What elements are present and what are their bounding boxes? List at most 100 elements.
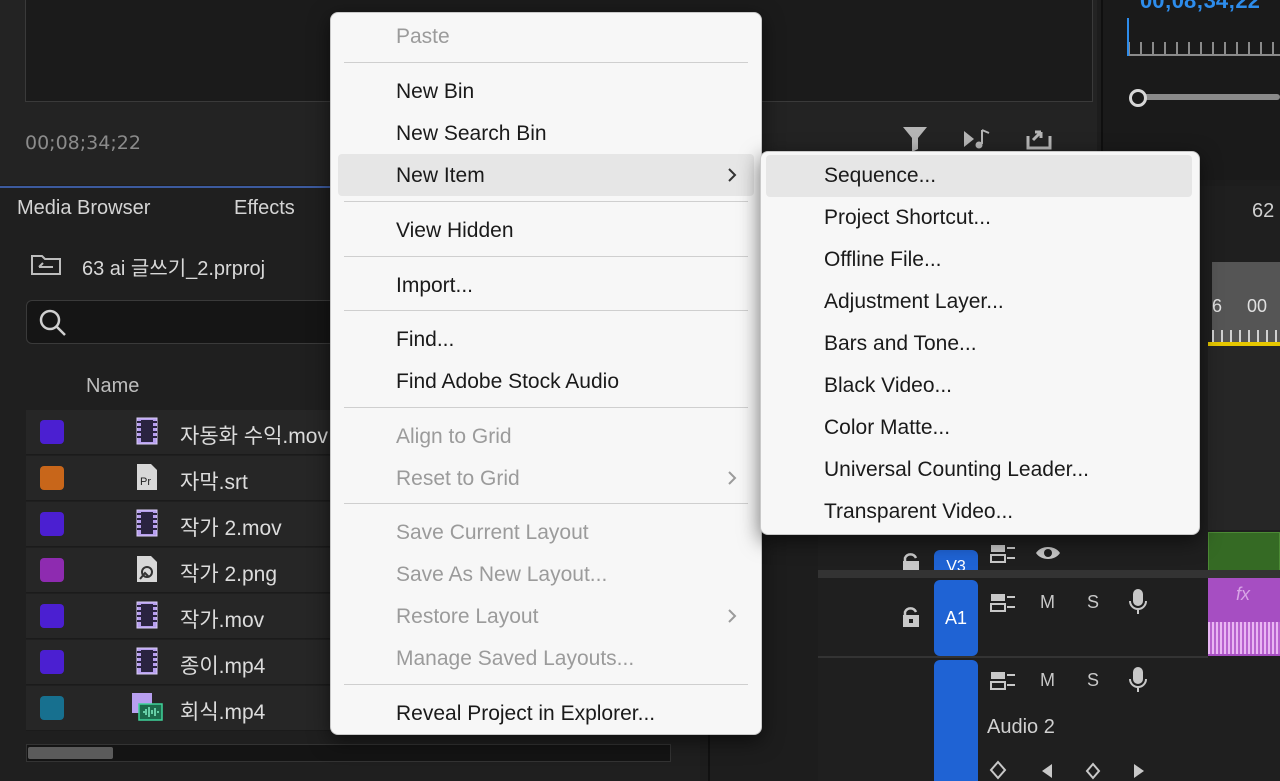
label-color-swatch[interactable] [40, 650, 64, 674]
menu-label-paste: Paste [396, 25, 450, 48]
toggle-track-output-icon[interactable] [1034, 543, 1062, 568]
timeline-tab-number[interactable]: 62 [1252, 200, 1274, 223]
insert-audio-icon[interactable] [962, 124, 992, 154]
chevron-right-icon [722, 165, 742, 185]
audio-waveform [1208, 622, 1280, 654]
tab-media-browser[interactable]: Media Browser [17, 197, 150, 220]
project-name: 63 ai 글쓰기_2.prproj [82, 258, 266, 280]
label-color-swatch[interactable] [40, 604, 64, 628]
keyframe-icon[interactable] [988, 760, 1008, 781]
video-clip-icon [134, 508, 160, 538]
track-name-audio-2: Audio 2 [987, 716, 1055, 738]
program-zoom-scrollbar[interactable] [1138, 94, 1280, 100]
program-timecode[interactable]: 00;08;34;22 [1140, 0, 1260, 14]
track-lock-icon[interactable] [900, 606, 922, 633]
sync-lock-icon[interactable] [990, 543, 1016, 570]
file-name: 종이.mp4 [180, 655, 266, 678]
menu-label-reveal-project-in-explorer: Reveal Project in Explorer... [396, 702, 656, 725]
menu-separator [344, 684, 748, 685]
export-frame-icon[interactable] [1024, 124, 1054, 154]
track-separator [818, 656, 1208, 658]
video-clip-icon [134, 416, 160, 446]
label-color-swatch[interactable] [40, 696, 64, 720]
submenu-label-transparent-video: Transparent Video... [824, 500, 1014, 523]
submenu-label-sequence: Sequence... [824, 164, 937, 187]
voice-over-record-icon[interactable] [1128, 588, 1148, 621]
mute-track-button[interactable]: M [1040, 670, 1055, 691]
mute-track-button[interactable]: M [1040, 592, 1055, 613]
tab-effects[interactable]: Effects [234, 197, 295, 220]
image-file-icon [134, 554, 160, 584]
previous-keyframe-icon[interactable] [1040, 762, 1054, 781]
menu-label-import: Import... [396, 274, 474, 297]
sync-lock-icon[interactable] [990, 670, 1016, 697]
file-name: 작가 2.mov [180, 517, 282, 540]
video-clip-icon [134, 646, 160, 676]
svg-text:Pr: Pr [140, 476, 151, 488]
file-name: 자막.srt [180, 471, 248, 494]
label-color-swatch[interactable] [40, 512, 64, 536]
next-keyframe-icon[interactable] [1132, 762, 1146, 781]
project-folder-icon[interactable] [30, 250, 62, 276]
chevron-right-icon [722, 606, 742, 626]
menu-separator [344, 62, 748, 63]
video-track-area[interactable] [1208, 346, 1280, 530]
menu-separator [344, 503, 748, 504]
submenu-label-black-video: Black Video... [824, 374, 953, 397]
video-clip-icon [134, 600, 160, 630]
solo-track-button[interactable]: S [1087, 592, 1099, 613]
add-keyframe-icon[interactable] [1084, 762, 1102, 781]
file-name: 자동화 수익.mov [180, 425, 328, 448]
file-name: 작가 2.png [180, 563, 278, 586]
track-a2-target[interactable] [934, 660, 978, 781]
sync-lock-icon[interactable] [990, 592, 1016, 619]
submenu-label-universal-counting-leader: Universal Counting Leader... [824, 458, 1089, 481]
project-search-input[interactable] [26, 300, 346, 344]
label-color-swatch[interactable] [40, 466, 64, 490]
label-color-swatch[interactable] [40, 558, 64, 582]
menu-label-view-hidden: View Hidden [396, 219, 514, 242]
timeline-video-clip[interactable] [1208, 532, 1280, 572]
program-time-ruler[interactable] [1128, 42, 1280, 56]
menu-label-new-item: New Item [396, 164, 485, 187]
submenu-label-adjustment-layer: Adjustment Layer... [824, 290, 1004, 313]
caption-file-icon: Pr [134, 462, 160, 492]
submenu-label-bars-and-tone: Bars and Tone... [824, 332, 977, 355]
submenu-label-project-shortcut: Project Shortcut... [824, 206, 991, 229]
submenu-label-offline-file: Offline File... [824, 248, 942, 271]
filter-icon[interactable] [900, 124, 930, 154]
av-clip-icon [131, 692, 163, 722]
menu-label-reset-to-grid: Reset to Grid [396, 467, 520, 490]
menu-label-find-adobe-stock-audio: Find Adobe Stock Audio [396, 370, 619, 393]
menu-label-restore-layout: Restore Layout [396, 605, 539, 628]
track-a1-badge[interactable]: A1 [934, 580, 978, 656]
scrollbar-thumb[interactable] [28, 747, 113, 759]
submenu-label-color-matte: Color Matte... [824, 416, 951, 439]
fx-badge-icon[interactable]: fx [1236, 584, 1250, 605]
file-name: 작가.mov [180, 609, 265, 632]
program-zoom-handle[interactable] [1129, 89, 1147, 107]
project-horizontal-scrollbar[interactable] [26, 744, 671, 762]
timeline-ruler-ticks [1212, 330, 1280, 342]
menu-label-new-bin: New Bin [396, 80, 475, 103]
column-header-name[interactable]: Name [86, 375, 139, 398]
source-timecode[interactable]: 00;08;34;22 [25, 132, 141, 154]
menu-label-find: Find... [396, 328, 455, 351]
timeline-ruler-label: 6 00 [1212, 296, 1268, 316]
menu-separator [344, 407, 748, 408]
menu-separator [344, 256, 748, 257]
menu-label-new-search-bin: New Search Bin [396, 122, 547, 145]
menu-label-save-current-layout: Save Current Layout [396, 521, 589, 544]
track-divider[interactable] [818, 570, 1280, 578]
file-name: 회식.mp4 [180, 701, 266, 724]
search-icon [38, 308, 68, 338]
menu-label-manage-saved-layouts: Manage Saved Layouts... [396, 647, 635, 670]
chevron-right-icon [722, 468, 742, 488]
program-playhead[interactable] [1127, 18, 1129, 56]
voice-over-record-icon[interactable] [1128, 666, 1148, 699]
menu-separator [344, 201, 748, 202]
solo-track-button[interactable]: S [1087, 670, 1099, 691]
menu-label-save-as-new-layout: Save As New Layout... [396, 563, 608, 586]
menu-separator [344, 310, 748, 311]
label-color-swatch[interactable] [40, 420, 64, 444]
